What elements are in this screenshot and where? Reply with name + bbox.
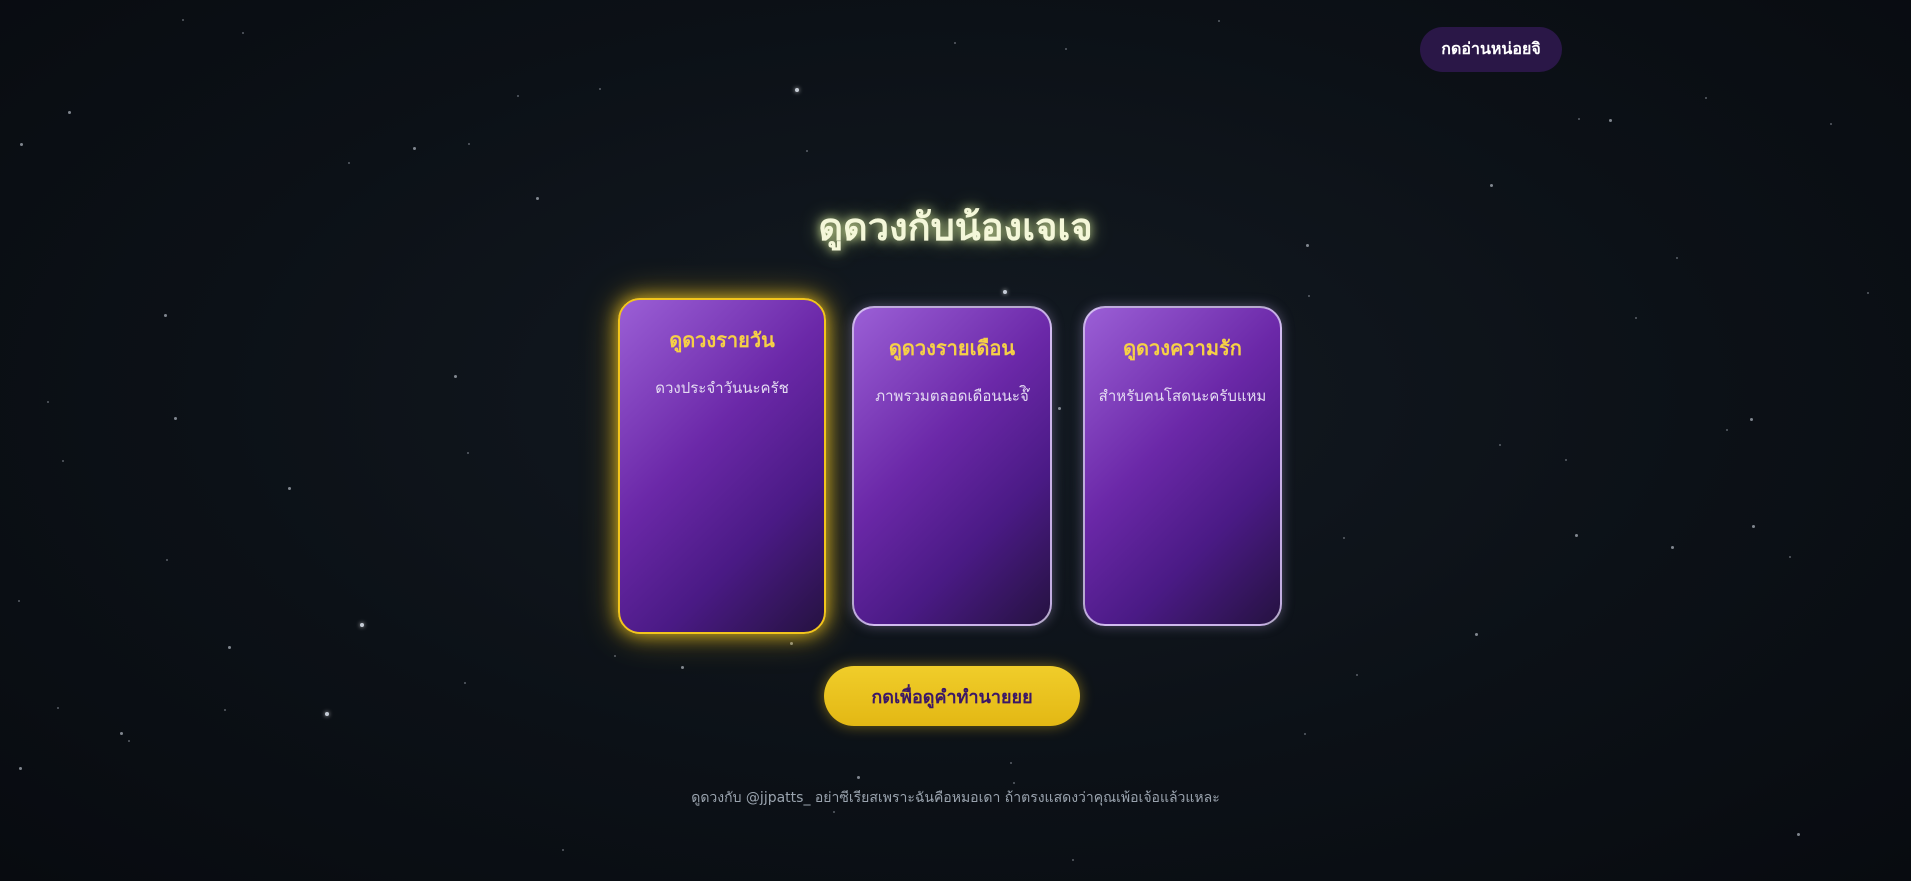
card-title-love: ดูดวงความรัก [1123,336,1242,360]
star-dot [517,95,519,97]
card-monthly-horoscope[interactable]: ดูดวงรายเดือน ภาพรวมตลอดเดือนนะจ๊ิ [852,306,1052,626]
star-dot [18,600,20,602]
star-dot [413,147,416,150]
star-dot [833,811,835,813]
card-love-horoscope[interactable]: ดูดวงความรัก สำหรับคนโสดนะครับแหม [1083,306,1282,626]
card-subtitle-daily: ดวงประจำวันนะครัช [655,379,789,397]
star-dot [1671,546,1674,549]
star-dot [1013,782,1015,784]
star-dot [68,111,71,114]
star-dot [228,646,231,649]
star-dot [1726,429,1728,431]
star-dot [795,88,799,92]
star-dot [120,732,123,735]
star-dot [1010,762,1012,764]
star-dot [62,460,64,462]
card-title-monthly: ดูดวงรายเดือน [888,336,1016,360]
star-dot [166,559,168,561]
star-dot [1356,674,1358,676]
star-dot [19,767,22,770]
star-dot [174,417,177,420]
star-dot [1705,97,1707,99]
star-dot [47,401,49,403]
star-dot [1752,525,1755,528]
star-dot [164,314,167,317]
star-dot [288,487,291,490]
star-dot [599,88,601,90]
star-dot [1830,123,1832,125]
star-dot [1676,257,1678,259]
star-dot [1565,459,1567,461]
star-dot [790,642,793,645]
star-dot [1490,184,1493,187]
footer-disclaimer: ดูดวงกับ @jjpatts_ อย่าซีเรียสเพราะฉันคื… [691,790,1220,806]
star-dot [1499,444,1501,446]
star-dot [20,143,23,146]
card-title-daily: ดูดวงรายวัน [669,328,775,352]
card-daily-horoscope[interactable]: ดูดวงรายวัน ดวงประจำวันนะครัช [618,298,826,634]
star-dot [1218,20,1220,22]
star-dot [1867,292,1869,294]
star-dot [325,712,329,716]
star-dot [468,143,470,145]
star-dot [1003,290,1007,294]
star-dot [128,740,130,742]
star-dot [806,150,808,152]
star-dot [1797,833,1800,836]
star-dot [1575,534,1578,537]
star-dot [1578,118,1580,120]
star-dot [562,849,564,851]
star-dot [614,655,616,657]
star-dot [224,709,226,711]
star-dot [1343,537,1345,539]
star-dot [1635,317,1637,319]
star-dot [348,162,350,164]
star-dot [1750,418,1753,421]
read-me-button[interactable]: กดอ่านหน่อยจิ [1420,27,1562,72]
star-dot [1789,556,1791,558]
star-dot [242,32,244,34]
card-subtitle-love: สำหรับคนโสดนะครับแหม [1098,387,1267,405]
star-dot [464,682,466,684]
star-dot [857,776,860,779]
star-dot [1058,407,1061,410]
star-dot [1065,48,1067,50]
star-dot [1308,295,1310,297]
star-dot [1609,119,1612,122]
star-dot [954,42,956,44]
page-title: ดูดวงกับน้องเจเจ [818,205,1093,249]
star-dot [681,666,684,669]
star-dot [1304,733,1306,735]
star-dot [182,19,184,21]
star-dot [1072,859,1074,861]
star-dot [360,623,364,627]
star-dot [454,375,457,378]
star-dot [1475,633,1478,636]
star-dot [467,452,469,454]
view-prediction-button[interactable]: กดเพื่อดูคำทำนายยย [824,666,1080,726]
star-dot [57,707,59,709]
card-subtitle-monthly: ภาพรวมตลอดเดือนนะจ๊ิ [875,387,1029,405]
